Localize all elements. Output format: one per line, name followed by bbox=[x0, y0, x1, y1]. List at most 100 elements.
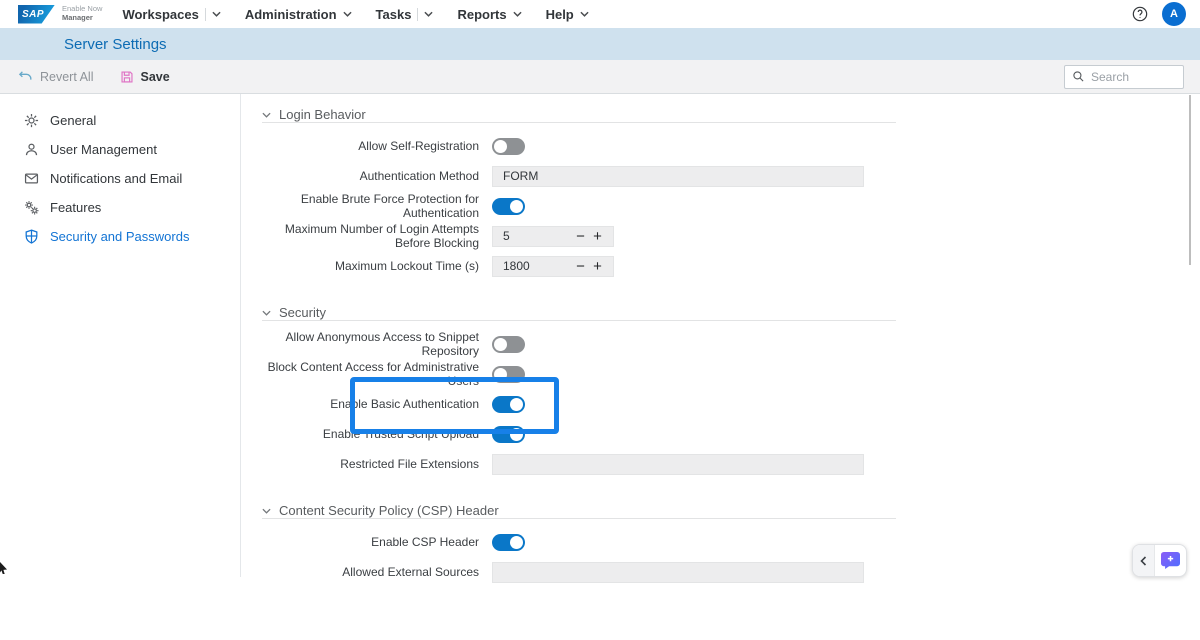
sidebar-item-label: Notifications and Email bbox=[50, 171, 182, 186]
chat-launcher bbox=[1132, 544, 1187, 577]
decrement-button[interactable]: − bbox=[572, 259, 589, 274]
menu-reports-label: Reports bbox=[457, 7, 506, 22]
settings-row: Enable CSP Header bbox=[262, 527, 896, 557]
chevron-down-icon bbox=[262, 508, 271, 514]
section-header-security[interactable]: Security bbox=[262, 305, 896, 320]
collapse-button[interactable] bbox=[1133, 545, 1155, 576]
sidebar-item-features[interactable]: Features bbox=[0, 193, 240, 222]
section-csp-header: Content Security Policy (CSP) Header Ena… bbox=[262, 503, 896, 587]
setting-label: Maximum Lockout Time (s) bbox=[262, 259, 492, 273]
chevron-down-icon[interactable] bbox=[212, 11, 221, 17]
menu-divider bbox=[417, 8, 418, 21]
toggle-anonymous-snippet-access[interactable] bbox=[492, 336, 525, 353]
search-box[interactable] bbox=[1064, 65, 1184, 89]
toggle-knob bbox=[494, 338, 507, 351]
nav-right: A bbox=[1132, 2, 1186, 26]
field-authentication-method[interactable]: FORM bbox=[492, 166, 864, 187]
toggle-brute-force-protection[interactable] bbox=[492, 198, 525, 215]
increment-button[interactable]: + bbox=[589, 229, 606, 244]
section-header-csp[interactable]: Content Security Policy (CSP) Header bbox=[262, 503, 896, 518]
menu-administration-label: Administration bbox=[245, 7, 337, 22]
increment-button[interactable]: + bbox=[589, 259, 606, 274]
toggle-enable-csp-header[interactable] bbox=[492, 534, 525, 551]
settings-sidebar: General User Management Notifications an… bbox=[0, 94, 241, 577]
settings-row: Restricted File Extensions bbox=[262, 449, 896, 479]
chevron-down-icon[interactable] bbox=[424, 11, 433, 17]
setting-label: Maximum Number of Login Attempts Before … bbox=[262, 222, 492, 250]
server-settings-app: SAP Enable Now Manager Workspaces Admini… bbox=[0, 0, 1200, 577]
toggle-knob bbox=[494, 368, 507, 381]
toggle-knob bbox=[510, 200, 523, 213]
section-title: Content Security Policy (CSP) Header bbox=[279, 503, 499, 518]
save-icon bbox=[120, 70, 134, 84]
toggle-knob bbox=[510, 536, 523, 549]
setting-label: Allow Anonymous Access to Snippet Reposi… bbox=[262, 330, 492, 358]
menu-workspaces[interactable]: Workspaces bbox=[122, 7, 220, 22]
setting-label: Enable Basic Authentication bbox=[262, 397, 492, 411]
chevron-down-icon bbox=[513, 11, 522, 17]
chevron-down-icon bbox=[580, 11, 589, 17]
chat-button[interactable] bbox=[1155, 545, 1186, 576]
settings-row: Allow Anonymous Access to Snippet Reposi… bbox=[262, 329, 896, 359]
revert-all-button[interactable]: Revert All bbox=[18, 69, 94, 84]
settings-row: Maximum Lockout Time (s) 1800 − + bbox=[262, 251, 896, 281]
section-security: Security Allow Anonymous Access to Snipp… bbox=[262, 305, 896, 479]
avatar[interactable]: A bbox=[1162, 2, 1186, 26]
setting-label: Block Content Access for Administrative … bbox=[262, 360, 492, 388]
menu-administration[interactable]: Administration bbox=[245, 7, 352, 22]
field-restricted-file-extensions[interactable] bbox=[492, 454, 864, 475]
settings-row-highlighted: Enable Basic Authentication bbox=[262, 389, 896, 419]
settings-content: Login Behavior Allow Self-Registration A… bbox=[241, 94, 1200, 577]
section-header-login-behavior[interactable]: Login Behavior bbox=[262, 107, 896, 122]
chat-bubble-icon bbox=[1160, 551, 1181, 570]
undo-icon bbox=[18, 69, 33, 84]
toggle-enable-basic-authentication[interactable] bbox=[492, 396, 525, 413]
save-button[interactable]: Save bbox=[120, 70, 170, 84]
section-title: Security bbox=[279, 305, 326, 320]
sidebar-item-label: Security and Passwords bbox=[50, 229, 189, 244]
setting-label: Enable CSP Header bbox=[262, 535, 492, 549]
menu-reports[interactable]: Reports bbox=[457, 7, 521, 22]
field-allowed-external-sources[interactable] bbox=[492, 562, 864, 583]
product-name: Enable Now Manager bbox=[62, 5, 102, 22]
envelope-icon bbox=[24, 171, 39, 186]
toggle-knob bbox=[510, 398, 523, 411]
toolbar: Revert All Save bbox=[0, 60, 1200, 94]
toggle-allow-self-registration[interactable] bbox=[492, 138, 525, 155]
menu-help[interactable]: Help bbox=[546, 7, 589, 22]
setting-label: Enable Trusted Script Upload bbox=[262, 427, 492, 441]
setting-label: Authentication Method bbox=[262, 169, 492, 183]
toggle-trusted-script-upload[interactable] bbox=[492, 426, 525, 443]
sidebar-item-notifications-email[interactable]: Notifications and Email bbox=[0, 164, 240, 193]
chevron-down-icon bbox=[262, 112, 271, 118]
user-icon bbox=[24, 142, 39, 157]
menu-workspaces-label: Workspaces bbox=[122, 7, 198, 22]
decrement-button[interactable]: − bbox=[572, 229, 589, 244]
stepper-max-login-attempts[interactable]: 5 − + bbox=[492, 226, 614, 247]
gear-icon bbox=[24, 113, 39, 128]
sidebar-item-user-management[interactable]: User Management bbox=[0, 135, 240, 164]
toggle-knob bbox=[494, 140, 507, 153]
scrollbar[interactable] bbox=[1189, 95, 1191, 265]
setting-label: Enable Brute Force Protection for Authen… bbox=[262, 192, 492, 220]
sidebar-item-security-passwords[interactable]: Security and Passwords bbox=[0, 222, 240, 251]
section-title: Login Behavior bbox=[279, 107, 366, 122]
menu-tasks[interactable]: Tasks bbox=[376, 7, 434, 22]
shield-icon bbox=[24, 229, 39, 244]
stepper-max-lockout-time[interactable]: 1800 − + bbox=[492, 256, 614, 277]
sap-logo-text: SAP bbox=[22, 9, 44, 20]
page-title: Server Settings bbox=[64, 36, 167, 53]
chevron-down-icon bbox=[343, 11, 352, 17]
stepper-value: 1800 bbox=[503, 259, 572, 273]
sidebar-item-label: Features bbox=[50, 200, 101, 215]
sap-logo[interactable]: SAP bbox=[18, 5, 55, 24]
top-nav: SAP Enable Now Manager Workspaces Admini… bbox=[0, 0, 1200, 28]
search-input[interactable] bbox=[1091, 70, 1171, 84]
toggle-block-content-access[interactable] bbox=[492, 366, 525, 383]
help-icon[interactable] bbox=[1132, 6, 1148, 22]
menu-help-label: Help bbox=[546, 7, 574, 22]
setting-label: Allow Self-Registration bbox=[262, 139, 492, 153]
settings-row: Maximum Number of Login Attempts Before … bbox=[262, 221, 896, 251]
settings-row: Allow Self-Registration bbox=[262, 131, 896, 161]
sidebar-item-general[interactable]: General bbox=[0, 106, 240, 135]
